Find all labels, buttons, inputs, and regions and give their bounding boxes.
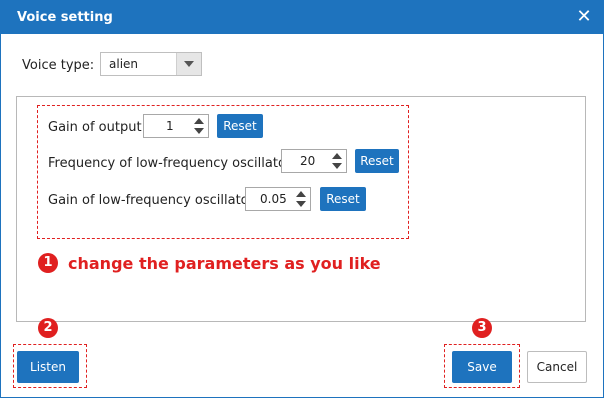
title-bar: Voice setting ✕ — [1, 1, 603, 34]
voice-type-select[interactable]: alien — [100, 52, 202, 76]
increment-arrow-icon[interactable] — [194, 118, 204, 124]
decrement-arrow-icon[interactable] — [296, 201, 306, 207]
voice-type-label: Voice type: — [22, 58, 95, 73]
gain-of-output-value: 1 — [166, 119, 174, 133]
step-3-badge: 3 — [472, 318, 492, 338]
gain-of-output-spinner[interactable]: 1 — [143, 114, 209, 138]
step-1-badge: 1 — [38, 253, 58, 273]
increment-arrow-icon[interactable] — [332, 153, 342, 159]
reset-gain-of-output-button[interactable]: Reset — [217, 114, 263, 138]
lfo-gain-value: 0.05 — [260, 192, 287, 206]
voice-type-value: alien — [109, 57, 139, 71]
listen-button[interactable]: Listen — [17, 351, 79, 383]
decrement-arrow-icon[interactable] — [332, 163, 342, 169]
cancel-button[interactable]: Cancel — [527, 351, 587, 383]
spinner-buttons[interactable] — [192, 116, 206, 136]
lfo-frequency-spinner[interactable]: 20 — [281, 149, 347, 173]
spinner-buttons[interactable] — [294, 189, 308, 209]
reset-lfo-frequency-button[interactable]: Reset — [355, 149, 399, 173]
save-button[interactable]: Save — [452, 351, 512, 383]
decrement-arrow-icon[interactable] — [194, 128, 204, 134]
close-icon[interactable]: ✕ — [573, 6, 595, 28]
gain-of-output-label: Gain of output: — [48, 120, 146, 135]
step-2-badge: 2 — [38, 318, 58, 338]
spinner-buttons[interactable] — [330, 151, 344, 171]
dialog-title: Voice setting — [17, 10, 113, 25]
lfo-gain-spinner[interactable]: 0.05 — [245, 187, 311, 211]
lfo-gain-label: Gain of low-frequency oscillator: — [48, 193, 259, 208]
lfo-frequency-value: 20 — [300, 154, 316, 168]
reset-lfo-gain-button[interactable]: Reset — [320, 187, 366, 211]
step-1-instruction: change the parameters as you like — [68, 254, 381, 273]
chevron-down-icon — [184, 61, 194, 67]
dropdown-arrow-button[interactable] — [176, 53, 201, 75]
increment-arrow-icon[interactable] — [296, 191, 306, 197]
lfo-frequency-label: Frequency of low-frequency oscillator: — [48, 156, 296, 171]
